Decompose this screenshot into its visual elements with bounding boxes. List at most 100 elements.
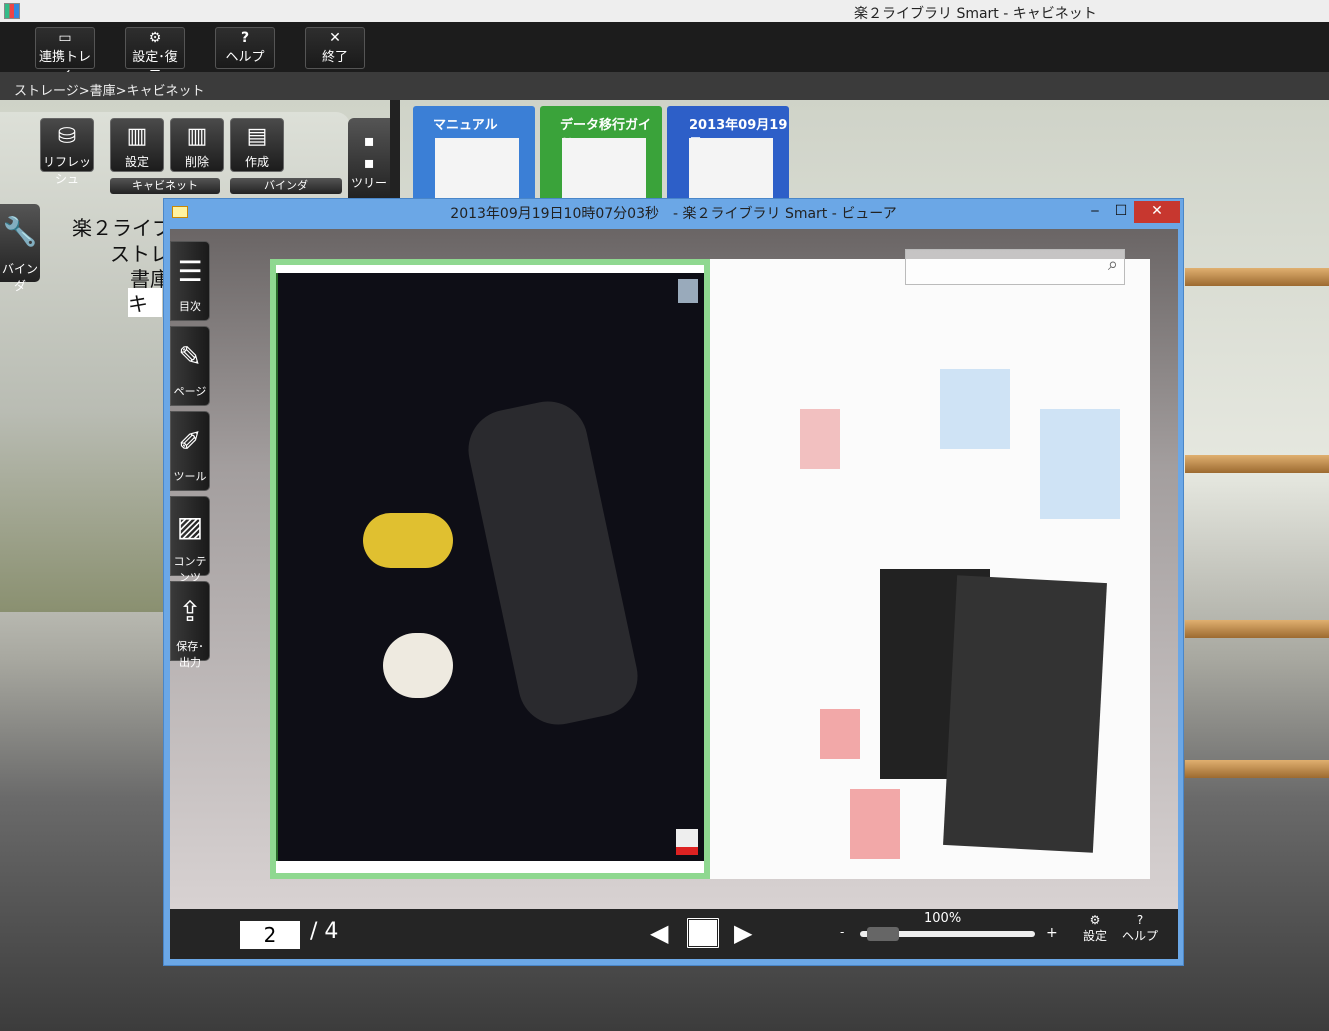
scanned-photo [276, 273, 704, 861]
export-icon: ⇪ [178, 595, 202, 628]
cabinet-group-label: キャビネット [110, 178, 220, 194]
tool-label: ツール [173, 470, 207, 483]
zoom-level: 100% [924, 911, 962, 926]
breadcrumb: ストレージ>書庫>キャビネット [0, 72, 1329, 100]
zoom-slider-knob[interactable] [867, 927, 900, 941]
shelf-plank [1185, 620, 1329, 638]
viewer-title: 2013年09月19日10時07分03秒 - 楽２ライブラリ Smart - ビ… [450, 206, 897, 222]
gear-icon: ⚙ [148, 30, 162, 46]
cabinet-delete-icon: ▥ [186, 124, 208, 149]
photo-ornament [363, 513, 453, 568]
help-label: ヘルプ [225, 50, 265, 65]
help-icon: ? [240, 30, 250, 46]
brochure-image [940, 369, 1010, 449]
brochure-image [1040, 409, 1120, 519]
binder-tab[interactable]: 🔧 バインダ [0, 204, 40, 293]
search-input[interactable]: ⌕ [905, 249, 1125, 285]
binder-create-button[interactable]: ▤ 作成 [230, 118, 284, 172]
content-button[interactable]: ▨ コンテンツ [170, 496, 210, 584]
brochure-image [800, 409, 840, 469]
help-icon: ? [1136, 913, 1144, 927]
pen-icon: ✐ [178, 425, 202, 458]
app-icon [4, 3, 20, 19]
database-refresh-icon: ⛁ [57, 124, 77, 149]
brochure-image [943, 575, 1107, 853]
close-icon: ✕ [329, 30, 341, 46]
app-title-bar: 楽２ライブラリ Smart - キャビネット [0, 0, 1329, 22]
viewer-help-button[interactable]: ? ヘルプ [1122, 913, 1158, 944]
page-button[interactable]: ✎ ページ [170, 326, 210, 406]
tree-label: ツリー [350, 176, 387, 190]
zoom-slider[interactable] [860, 927, 1035, 941]
help-label: ヘルプ [1122, 929, 1159, 943]
viewer-bottom-bar: 2 / 4 ◀ ▶ 100% - + ⚙ 設定 ? ヘルプ [170, 909, 1178, 959]
right-page[interactable] [710, 259, 1150, 879]
tray-icon: ▭ [58, 30, 72, 46]
binder-tab-label: バインダ [1, 262, 38, 293]
shelf [1185, 100, 1329, 860]
help-button[interactable]: ? ヘルプ [215, 27, 275, 69]
binder-label: マニュアル [433, 118, 498, 133]
page-total: / 4 [310, 919, 339, 944]
book-icon [172, 206, 188, 218]
binder-group-label: バインダ [230, 178, 342, 194]
prev-page-button[interactable]: ◀ [650, 919, 668, 947]
binder-migration-guide[interactable]: データ移行ガイド [540, 106, 662, 202]
binder-add-icon: ▤ [246, 124, 268, 149]
viewer-settings-button[interactable]: ⚙ 設定 [1080, 913, 1110, 944]
create-label: 作成 [244, 155, 269, 169]
minimize-button[interactable]: ‒ [1082, 201, 1108, 223]
page-number-input[interactable]: 2 [240, 921, 300, 949]
folder-tree-icon: ▪ ▪ [363, 131, 375, 172]
cabinet-settings-button[interactable]: ▥ 設定 [110, 118, 164, 172]
settings-restore-button[interactable]: ⚙設定･復元 [125, 27, 185, 84]
tree-item-cabinet[interactable]: キ [128, 288, 162, 317]
window-title: 楽２ライブラリ Smart - キャビネット [854, 6, 1097, 22]
viewer-title-bar: 2013年09月19日10時07分03秒 - 楽２ライブラリ Smart - ビ… [164, 199, 1183, 229]
delete-label: 削除 [184, 155, 209, 169]
zoom-out-button[interactable]: - [840, 925, 844, 939]
cabinet-delete-button[interactable]: ▥ 削除 [170, 118, 224, 172]
page-view-icon[interactable] [686, 917, 720, 949]
shelf-plank [1185, 268, 1329, 286]
toc-label: 目次 [179, 300, 201, 313]
content-label: コンテンツ [173, 555, 207, 584]
brochure-image [850, 789, 900, 859]
page-label: ページ [173, 385, 207, 398]
pdf-icon[interactable] [676, 829, 698, 855]
toc-button[interactable]: ☰ 目次 [170, 241, 210, 321]
shelf-plank [1185, 760, 1329, 778]
main-toolbar: ▭連携トレイ ⚙設定･復元 ? ヘルプ ✕ 終了 [0, 22, 1329, 84]
gear-icon: ⚙ [1089, 913, 1101, 927]
close-button[interactable]: ✕ [1134, 201, 1180, 223]
viewer-window: 2013年09月19日10時07分03秒 - 楽２ライブラリ Smart - ビ… [163, 198, 1184, 966]
exit-label: 終了 [321, 50, 348, 65]
maximize-button[interactable]: ☐ [1108, 201, 1134, 223]
photo-umbrella [461, 394, 645, 732]
left-page[interactable] [270, 259, 710, 879]
save-export-label: 保存･出力 [176, 640, 204, 669]
exit-button[interactable]: ✕ 終了 [305, 27, 365, 69]
binder-manual[interactable]: マニュアル [413, 106, 535, 202]
binder-2013-09-19[interactable]: 2013年09月19日 [667, 106, 789, 202]
save-export-button[interactable]: ⇪ 保存･出力 [170, 581, 210, 669]
binder-thumbnail [435, 138, 519, 198]
zoom-in-button[interactable]: + [1046, 925, 1058, 941]
viewer-content: ☰ 目次 ✎ ページ ✐ ツール ▨ コンテンツ ⇪ 保存･出力 ⌕ [170, 229, 1178, 909]
binder-thumbnail [689, 138, 773, 198]
refresh-button[interactable]: ⛁ リフレッシュ [40, 118, 94, 186]
tree-button[interactable]: ▪ ▪ ツリー [348, 118, 390, 198]
note-icon[interactable] [678, 279, 698, 303]
next-page-button[interactable]: ▶ [734, 919, 752, 947]
tray-button[interactable]: ▭連携トレイ [35, 27, 95, 84]
shelf-plank [1185, 455, 1329, 473]
settings-label: 設定 [124, 155, 149, 169]
binder-thumbnail [562, 138, 646, 198]
brochure-image [820, 709, 860, 759]
tool-button[interactable]: ✐ ツール [170, 411, 210, 491]
search-icon[interactable]: ⌕ [1108, 254, 1118, 275]
refresh-label: リフレッシュ [42, 155, 91, 186]
list-icon: ☰ [177, 255, 203, 288]
photo-garlic [383, 633, 453, 698]
wrench-icon: 🔧 [2, 215, 38, 248]
